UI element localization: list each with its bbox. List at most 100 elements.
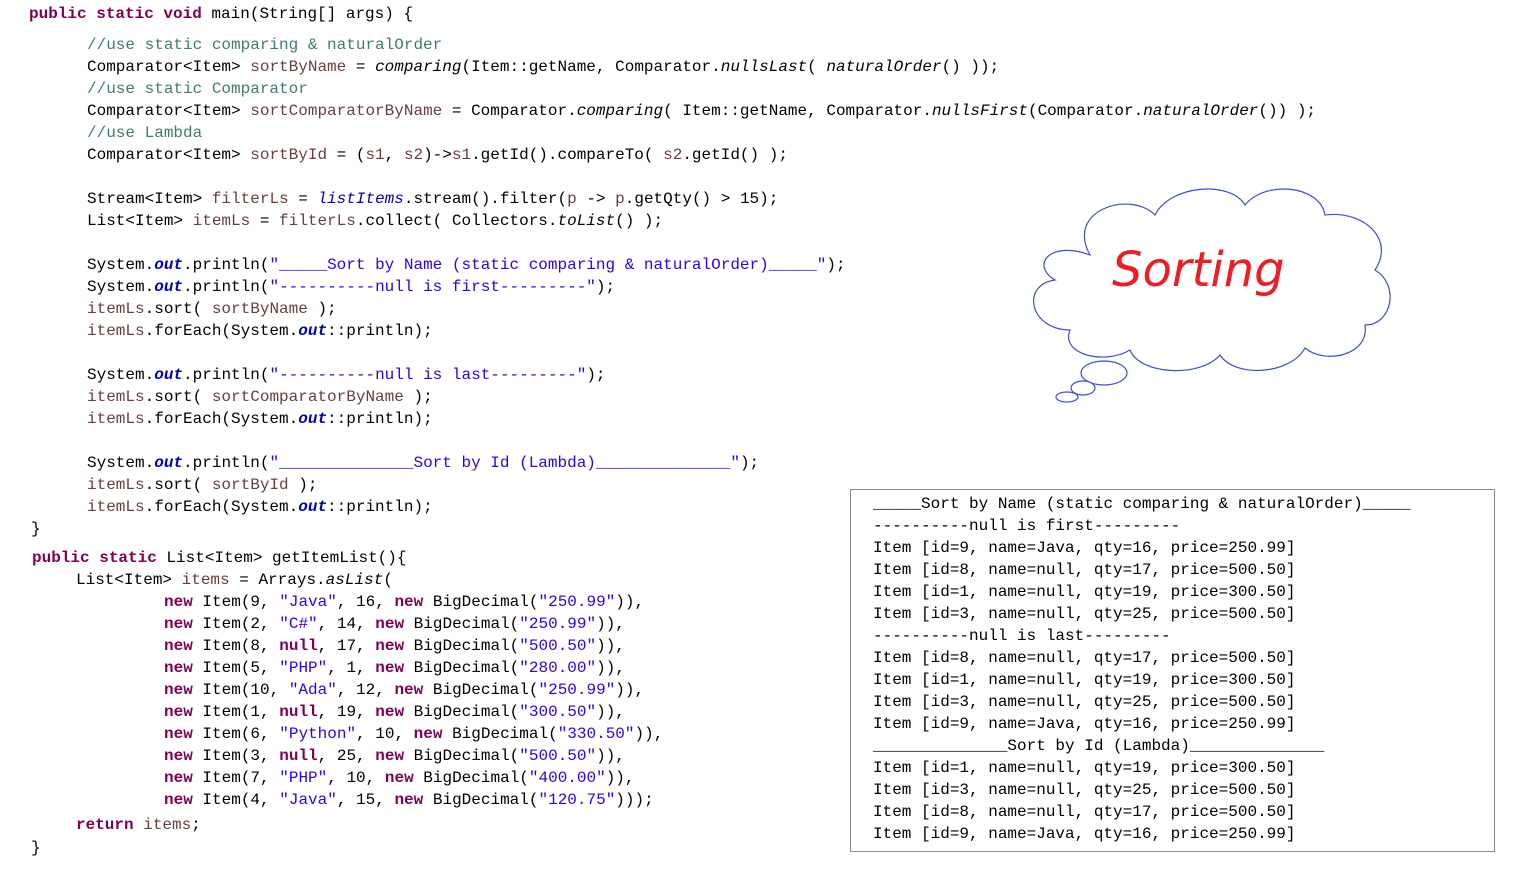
local-variable: filterLs — [211, 190, 289, 208]
code-text: main(String[] args) { — [201, 5, 414, 23]
code-text: System. — [87, 278, 155, 296]
string-literal: "______________Sort by Id (Lambda)______… — [269, 454, 740, 472]
code-text: )), — [596, 615, 625, 633]
code-text: ::println); — [327, 410, 433, 428]
code-text: .println( — [183, 256, 270, 274]
code-text: , 14, — [317, 615, 376, 633]
local-variable: sortById — [250, 146, 328, 164]
code-text: .stream().filter( — [403, 190, 568, 208]
keyword: new — [164, 615, 193, 633]
local-variable: sortComparatorByName — [250, 102, 443, 120]
code-text: = — [288, 190, 318, 208]
local-variable: itemLs — [87, 476, 145, 494]
static-method: nullsFirst — [931, 102, 1028, 120]
keyword: new — [164, 681, 193, 699]
code-text: BigDecimal( — [423, 791, 539, 809]
code-text: )), — [596, 747, 625, 765]
static-field: out — [154, 278, 184, 296]
keyword: new — [164, 637, 193, 655]
code-text: )), — [615, 681, 645, 699]
code-text: )), — [634, 725, 664, 743]
output-line: Item [id=9, name=Java, qty=16, price=250… — [873, 715, 1296, 733]
local-variable: itemLs — [87, 322, 145, 340]
code-text: ); — [403, 388, 433, 406]
code-text: ); — [739, 454, 760, 472]
local-variable: sortByName — [250, 58, 347, 76]
static-method: nullsLast — [720, 58, 808, 76]
item-row: new Item(10, "Ada", 12, new BigDecimal("… — [164, 680, 644, 700]
keyword: new — [413, 725, 443, 743]
code-line: Stream<Item> filterLs = listItems.stream… — [87, 189, 778, 209]
code-text: ))); — [615, 791, 654, 809]
code-text: ::println); — [327, 322, 433, 340]
comment-line: //use Lambda — [87, 124, 203, 142]
static-field: out — [298, 498, 328, 516]
code-text: Item(8, — [192, 637, 280, 655]
code-text: ()) ); — [1258, 102, 1317, 120]
string-literal: "250.99" — [538, 681, 616, 699]
code-text: , 12, — [336, 681, 395, 699]
code-text: ); — [826, 256, 846, 274]
code-text: (Comparator. — [1027, 102, 1144, 120]
string-literal: "300.50" — [519, 703, 597, 721]
code-text: System. — [87, 366, 155, 384]
code-text: BigDecimal( — [423, 593, 539, 611]
type-text: List<Item> — [87, 212, 193, 230]
type-text: List<Item> — [76, 571, 182, 589]
code-text: , — [384, 146, 404, 164]
code-text: Item(7, — [192, 769, 280, 787]
output-line: Item [id=8, name=null, qty=17, price=500… — [873, 561, 1296, 579]
code-text: ( — [383, 571, 393, 589]
code-text: ( — [807, 58, 827, 76]
static-field: out — [298, 410, 328, 428]
keyword: new — [394, 681, 424, 699]
thought-circle-small — [1055, 391, 1079, 403]
item-row: new Item(4, "Java", 15, new BigDecimal("… — [164, 790, 654, 810]
output-line: Item [id=1, name=null, qty=19, price=300… — [873, 759, 1296, 777]
item-row: new Item(5, "PHP", 1, new BigDecimal("28… — [164, 658, 625, 678]
local-variable: p — [567, 190, 577, 208]
code-text: (Item::getName, Comparator. — [461, 58, 721, 76]
item-row: new Item(2, "C#", 14, new BigDecimal("25… — [164, 614, 625, 634]
local-variable: s1 — [451, 146, 472, 164]
code-text: )), — [596, 703, 625, 721]
keyword: null — [279, 747, 318, 765]
code-line: Comparator<Item> sortById = (s1, s2)->s1… — [87, 145, 788, 165]
closing-brace: } — [31, 839, 41, 857]
closing-brace: } — [31, 520, 41, 538]
item-row: new Item(9, "Java", 16, new BigDecimal("… — [164, 592, 644, 612]
code-text: .getQty() > 15); — [624, 190, 779, 208]
keyword: return — [76, 816, 134, 834]
code-text: BigDecimal( — [404, 637, 520, 655]
local-variable: itemLs — [87, 300, 145, 318]
local-variable: items — [181, 571, 230, 589]
type-text: Comparator<Item> — [87, 102, 251, 120]
code-text: ); — [288, 476, 318, 494]
code-text: )-> — [423, 146, 452, 164]
code-text: BigDecimal( — [413, 769, 529, 787]
type-text: Comparator<Item> — [87, 146, 251, 164]
output-line: Item [id=8, name=null, qty=17, price=500… — [873, 803, 1296, 821]
code-text: .println( — [183, 366, 270, 384]
code-text: = Arrays. — [229, 571, 326, 589]
item-row: new Item(8, null, 17, new BigDecimal("50… — [164, 636, 625, 656]
code-text: = Comparator. — [442, 102, 577, 120]
code-text: )), — [605, 769, 635, 787]
code-text: List<Item> getItemList(){ — [156, 549, 407, 567]
output-line: Item [id=3, name=null, qty=25, price=500… — [873, 693, 1296, 711]
string-literal: "PHP" — [279, 769, 328, 787]
local-variable: sortComparatorByName — [211, 388, 404, 406]
code-line: itemLs.forEach(System.out::println); — [87, 409, 433, 429]
local-variable: sortByName — [211, 300, 308, 318]
string-literal: "----------null is last---------" — [269, 366, 587, 384]
getitemlist-method-signature: public static List<Item> getItemList(){ — [32, 548, 406, 568]
code-line: System.out.println("______________Sort b… — [87, 453, 759, 473]
keyword: new — [164, 769, 193, 787]
bubble-title: Sorting — [1112, 242, 1285, 298]
output-line: Item [id=8, name=null, qty=17, price=500… — [873, 649, 1296, 667]
code-text: .forEach(System. — [144, 410, 299, 428]
code-text: , 19, — [317, 703, 376, 721]
code-text: BigDecimal( — [404, 747, 520, 765]
static-field: out — [154, 366, 184, 384]
